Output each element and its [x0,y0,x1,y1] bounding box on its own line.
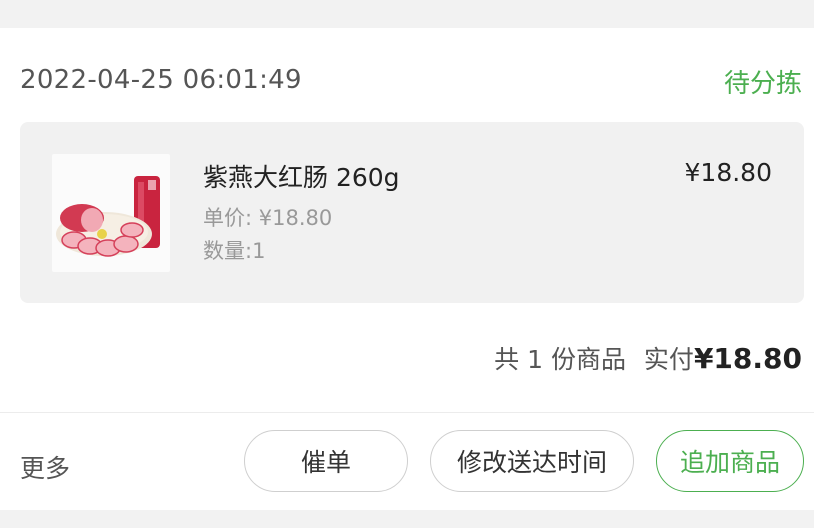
order-summary: 共 1 份商品 实付¥18.80 [494,340,802,376]
order-time: 2022-04-25 06:01:49 [20,65,302,95]
item-name: 紫燕大红肠 260g [203,163,400,192]
paid-label: 实付 [643,345,694,374]
change-delivery-time-button[interactable]: 修改送达时间 [430,430,634,492]
order-status: 待分拣 [723,69,802,99]
item-quantity: 数量:1 [203,239,266,263]
order-card: 2022-04-25 06:01:49 待分拣 紫燕大红肠 260g ¥18.8… [0,28,814,510]
paid-amount: ¥18.80 [693,342,802,375]
item-unit-price: 单价: ¥18.80 [203,206,333,230]
urge-order-button[interactable]: 催单 [244,430,408,492]
item-count: 共 1 份商品 [494,345,626,374]
product-photo-icon [56,176,160,257]
divider [0,412,814,413]
product-thumbnail [52,154,170,272]
order-item[interactable]: 紫燕大红肠 260g ¥18.80 单价: ¥18.80 数量:1 [20,122,804,303]
item-price: ¥18.80 [684,158,772,187]
more-button[interactable]: 更多 [20,449,70,485]
add-items-button[interactable]: 追加商品 [656,430,804,492]
